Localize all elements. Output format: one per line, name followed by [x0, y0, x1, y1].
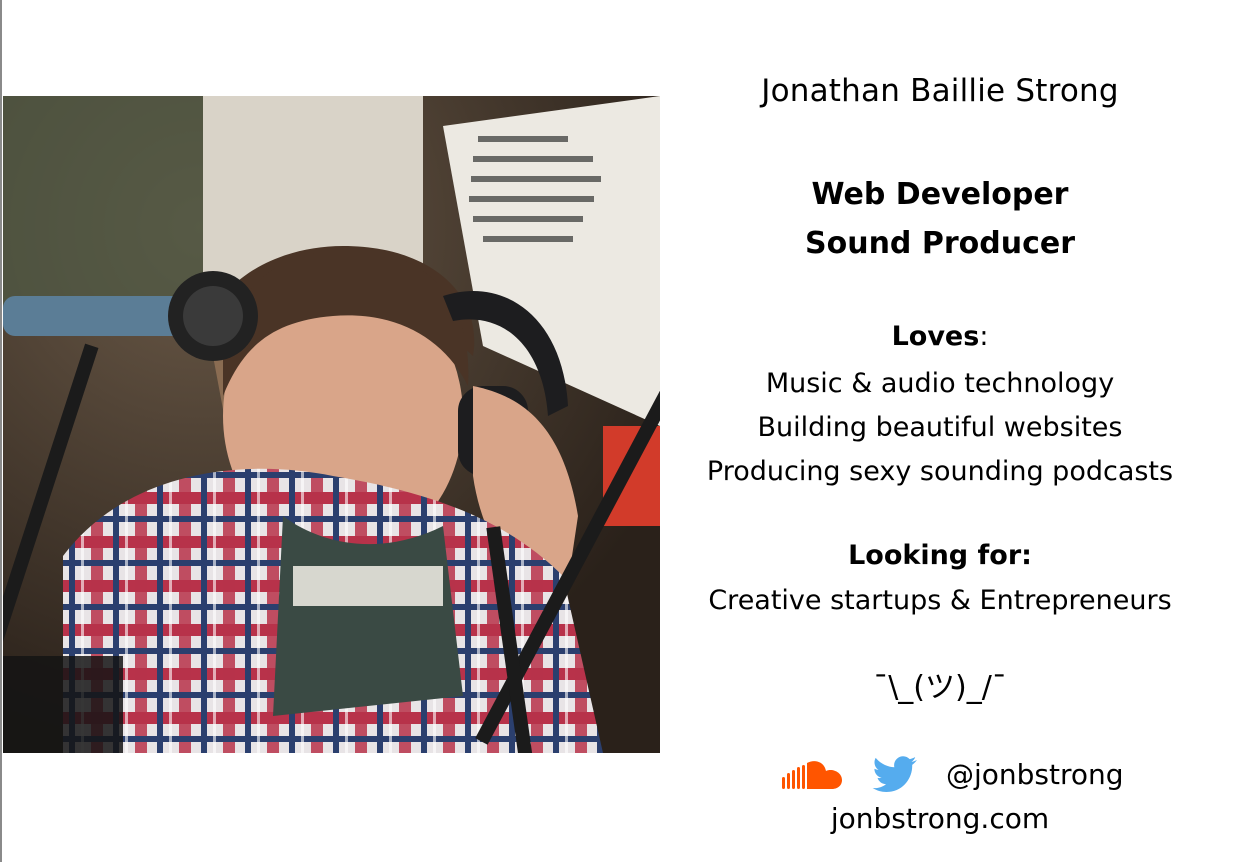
person-name: Jonathan Baillie Strong [761, 73, 1119, 109]
profile-photo [3, 96, 660, 753]
loves-item: Producing sexy sounding podcasts [706, 456, 1174, 487]
loves-heading-label: Loves [891, 321, 980, 352]
website-link[interactable]: jonbstrong.com [690, 798, 1190, 840]
social-links: @jonbstrong [780, 752, 1124, 798]
looking-for-heading: Looking for: [848, 540, 1032, 571]
role-sound-producer: Sound Producer [805, 226, 1075, 261]
loves-list: Music & audio technology Building beauti… [690, 362, 1190, 494]
twitter-icon[interactable] [872, 755, 918, 795]
soundcloud-icon[interactable] [780, 757, 846, 793]
twitter-handle[interactable]: @jonbstrong [946, 753, 1124, 797]
roles-block: Web Developer Sound Producer [690, 170, 1190, 268]
loves-item: Building beautiful websites [757, 412, 1123, 443]
shrug-emoticon: ¯\_(ツ)_/¯ [873, 670, 1007, 705]
loves-item: Music & audio technology [765, 368, 1115, 399]
looking-for-text: Creative startups & Entrepreneurs [708, 585, 1172, 616]
role-web-developer: Web Developer [811, 177, 1069, 212]
page-edge-line [0, 0, 2, 862]
loves-heading-colon: : [979, 321, 989, 352]
loves-heading: Loves: [690, 318, 1190, 356]
